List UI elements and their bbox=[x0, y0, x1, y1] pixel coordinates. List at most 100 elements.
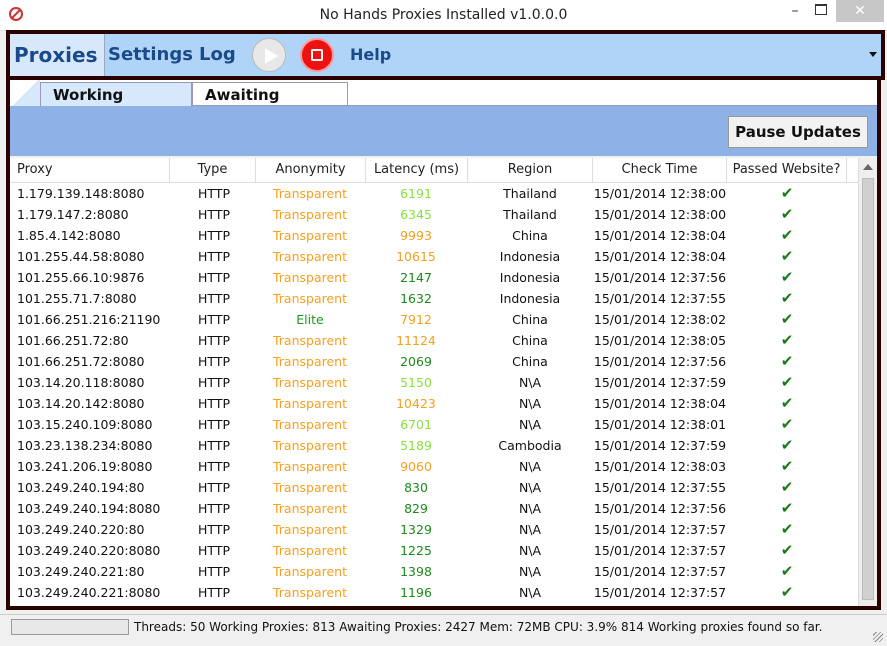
table-row[interactable]: 103.249.240.220:8080 HTTP Transparent 1225 N… bbox=[10, 540, 858, 561]
status-bar: Threads: 50 Working Proxies: 813 Awaitin… bbox=[0, 614, 887, 646]
resize-grip-icon[interactable] bbox=[873, 632, 883, 642]
cell-type: HTTP bbox=[198, 417, 230, 432]
cell-check-time: 15/01/2014 12:37:57 bbox=[593, 585, 727, 600]
cell-anonymity: Transparent bbox=[272, 291, 347, 306]
menu-proxies[interactable]: Proxies bbox=[10, 34, 105, 76]
cell-type: HTTP bbox=[198, 249, 230, 264]
col-passed-website[interactable]: Passed Website? bbox=[727, 158, 847, 182]
cell-proxy: 101.255.66.10:9876 bbox=[17, 270, 145, 285]
frame-border bbox=[6, 606, 881, 610]
cell-type: HTTP bbox=[198, 354, 230, 369]
table-row[interactable]: 1.85.4.142:8080 HTTP Transparent 9993 China 1… bbox=[10, 225, 858, 246]
cell-anonymity: Transparent bbox=[272, 228, 347, 243]
passed-check-icon: ✔ bbox=[780, 331, 794, 349]
table-row[interactable]: 103.23.138.234:8080 HTTP Transparent 5189 Ca… bbox=[10, 435, 858, 456]
cell-proxy: 1.179.147.2:8080 bbox=[17, 207, 129, 222]
cell-region: N\A bbox=[518, 480, 542, 495]
cell-proxy: 103.249.240.221:8080 bbox=[17, 585, 161, 600]
table-row[interactable]: 103.15.240.109:8080 HTTP Transparent 6701 N\… bbox=[10, 414, 858, 435]
cell-region: N\A bbox=[518, 543, 542, 558]
col-region[interactable]: Region bbox=[468, 158, 593, 182]
cell-proxy: 1.179.139.148:8080 bbox=[17, 186, 145, 201]
cell-proxy: 101.255.71.7:8080 bbox=[17, 291, 137, 306]
table-row[interactable]: 103.249.240.221:8080 HTTP Transparent 1196 N… bbox=[10, 582, 858, 603]
cell-check-time: 15/01/2014 12:37:56 bbox=[593, 354, 727, 369]
close-button[interactable]: ✕ bbox=[836, 0, 884, 22]
col-type[interactable]: Type bbox=[170, 158, 256, 182]
table-row[interactable]: 103.249.240.220:80 HTTP Transparent 1329 N\A… bbox=[10, 519, 858, 540]
cell-check-time: 15/01/2014 12:37:55 bbox=[593, 291, 727, 306]
scroll-thumb[interactable] bbox=[862, 178, 874, 600]
passed-check-icon: ✔ bbox=[780, 583, 794, 601]
col-proxy[interactable]: Proxy bbox=[10, 158, 170, 182]
title-bar: No Hands Proxies Installed v1.0.0.0 – ✕ bbox=[0, 0, 887, 31]
cell-latency: 830 bbox=[404, 480, 428, 495]
table-row[interactable]: 1.179.147.2:8080 HTTP Transparent 6345 Thail… bbox=[10, 204, 858, 225]
table-row[interactable]: 101.66.251.216:21190 HTTP Elite 7912 China 15… bbox=[10, 309, 858, 330]
cell-proxy: 103.14.20.142:8080 bbox=[17, 396, 145, 411]
cell-anonymity: Transparent bbox=[272, 333, 347, 348]
cell-type: HTTP bbox=[198, 270, 230, 285]
cell-latency: 6191 bbox=[400, 186, 432, 201]
cell-type: HTTP bbox=[198, 459, 230, 474]
scroll-up-icon[interactable] bbox=[863, 164, 873, 170]
cell-anonymity: Transparent bbox=[272, 270, 347, 285]
table-row[interactable]: 103.249.240.221:80 HTTP Transparent 1398 N\A… bbox=[10, 561, 858, 582]
tab-awaiting-proxies[interactable]: Awaiting Proxies bbox=[192, 82, 348, 128]
cell-check-time: 15/01/2014 12:38:00 bbox=[593, 207, 727, 222]
table-row[interactable]: 103.241.206.19:8080 HTTP Transparent 9060 N\… bbox=[10, 456, 858, 477]
cell-proxy: 103.249.240.194:80 bbox=[17, 480, 145, 495]
passed-check-icon: ✔ bbox=[780, 373, 794, 391]
table-row[interactable]: 1.179.139.148:8080 HTTP Transparent 6191 Tha… bbox=[10, 183, 858, 204]
cell-check-time: 15/01/2014 12:37:57 bbox=[593, 522, 727, 537]
cell-type: HTTP bbox=[198, 186, 230, 201]
cell-region: Thailand bbox=[503, 186, 557, 201]
tab-working-proxies[interactable]: Working Proxies bbox=[40, 82, 192, 128]
table-row[interactable]: 101.255.66.10:9876 HTTP Transparent 2147 Ind… bbox=[10, 267, 858, 288]
overflow-arrow-icon[interactable] bbox=[869, 52, 877, 57]
passed-check-icon: ✔ bbox=[780, 541, 794, 559]
cell-anonymity: Transparent bbox=[272, 396, 347, 411]
maximize-button[interactable] bbox=[806, 0, 836, 22]
table-row[interactable]: 101.66.251.72:80 HTTP Transparent 11124 Chin… bbox=[10, 330, 858, 351]
cell-anonymity: Transparent bbox=[272, 459, 347, 474]
cell-anonymity: Transparent bbox=[272, 522, 347, 537]
table-row[interactable]: 103.14.20.118:8080 HTTP Transparent 5150 N\A… bbox=[10, 372, 858, 393]
table-row[interactable]: 101.66.251.72:8080 HTTP Transparent 2069 Chi… bbox=[10, 351, 858, 372]
passed-check-icon: ✔ bbox=[780, 247, 794, 265]
table-row[interactable]: 101.255.44.58:8080 HTTP Transparent 10615 In… bbox=[10, 246, 858, 267]
stop-button[interactable] bbox=[300, 38, 334, 72]
table-row[interactable]: 103.14.20.142:8080 HTTP Transparent 10423 N\… bbox=[10, 393, 858, 414]
menu-settings[interactable]: Settings bbox=[108, 34, 193, 76]
cell-anonymity: Transparent bbox=[272, 354, 347, 369]
table-row[interactable]: 103.249.240.194:80 HTTP Transparent 830 N\A 1… bbox=[10, 477, 858, 498]
cell-type: HTTP bbox=[198, 522, 230, 537]
col-check-time[interactable]: Check Time bbox=[593, 158, 727, 182]
cell-check-time: 15/01/2014 12:37:57 bbox=[593, 564, 727, 579]
cell-latency: 7912 bbox=[400, 312, 432, 327]
menu-log[interactable]: Log bbox=[199, 34, 236, 76]
cell-anonymity: Transparent bbox=[272, 543, 347, 558]
proxy-table[interactable]: Proxy Type Anonymity Latency (ms) Region… bbox=[10, 158, 877, 606]
passed-check-icon: ✔ bbox=[780, 226, 794, 244]
passed-check-icon: ✔ bbox=[780, 268, 794, 286]
play-button[interactable] bbox=[252, 38, 286, 72]
passed-check-icon: ✔ bbox=[780, 520, 794, 538]
cell-proxy: 101.66.251.216:21190 bbox=[17, 312, 161, 327]
cell-type: HTTP bbox=[198, 228, 230, 243]
col-anonymity[interactable]: Anonymity bbox=[256, 158, 366, 182]
pause-updates-button[interactable]: Pause Updates bbox=[728, 116, 868, 148]
cell-region: China bbox=[512, 333, 548, 348]
cell-check-time: 15/01/2014 12:37:57 bbox=[593, 543, 727, 558]
toolbar: Pause Updates bbox=[10, 106, 877, 156]
cell-anonymity: Transparent bbox=[272, 501, 347, 516]
cell-check-time: 15/01/2014 12:37:55 bbox=[593, 480, 727, 495]
menu-bar: Proxies Settings Log Help bbox=[6, 30, 885, 80]
table-row[interactable]: 101.255.71.7:8080 HTTP Transparent 1632 Indo… bbox=[10, 288, 858, 309]
vertical-scrollbar[interactable] bbox=[858, 158, 877, 606]
col-latency[interactable]: Latency (ms) bbox=[366, 158, 468, 182]
passed-check-icon: ✔ bbox=[780, 499, 794, 517]
cell-type: HTTP bbox=[198, 207, 230, 222]
menu-help[interactable]: Help bbox=[350, 34, 391, 76]
table-row[interactable]: 103.249.240.194:8080 HTTP Transparent 829 N\… bbox=[10, 498, 858, 519]
